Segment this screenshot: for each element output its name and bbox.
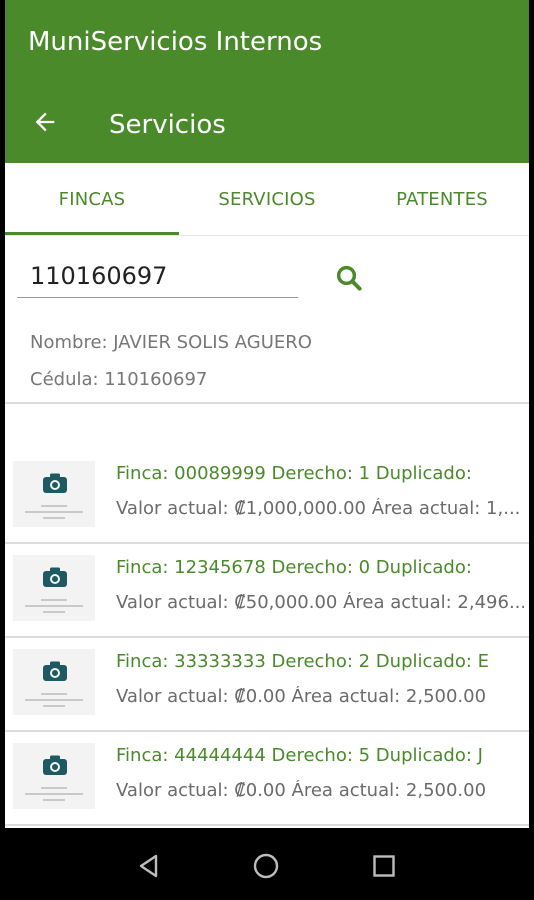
camera-icon [43,567,67,587]
tab-servicios[interactable]: SERVICIOS [179,163,355,235]
tab-patentes[interactable]: PATENTES [355,163,529,235]
home-circle-icon [253,853,279,879]
recents-square-icon [373,855,395,877]
finca-thumbnail [13,555,95,621]
back-button[interactable] [27,104,63,140]
nav-recents-button[interactable] [366,848,402,884]
search-button[interactable] [328,258,370,298]
search-icon [336,265,362,291]
finca-details: Valor actual: ₡1,000,000.00 Área actual:… [116,498,521,519]
finca-list-item[interactable]: Finca: 44444444 Derecho: 5 Duplicado: J … [5,732,529,826]
owner-id: Cédula: 110160697 [30,369,208,390]
app-title: MuniServicios Internos [28,27,323,57]
tab-selected-indicator [5,232,179,235]
camera-icon [43,661,67,681]
app-bar: MuniServicios Internos Servicios [5,0,529,163]
camera-icon [43,755,67,775]
finca-thumbnail [13,743,95,809]
finca-title: Finca: 33333333 Derecho: 2 Duplicado: E [116,651,490,672]
finca-thumbnail [13,461,95,527]
page-title: Servicios [109,110,226,140]
finca-list-item[interactable]: Finca: 33333333 Derecho: 2 Duplicado: E … [5,638,529,732]
finca-details: Valor actual: ₡0.00 Área actual: 2,500.0… [116,780,487,801]
search-input[interactable]: 110160697 [17,256,298,298]
finca-title: Finca: 12345678 Derecho: 0 Duplicado: [116,557,472,578]
owner-name: Nombre: JAVIER SOLIS AGUERO [30,332,312,353]
finca-list-item[interactable]: Finca: 00089999 Derecho: 1 Duplicado: Va… [5,450,529,544]
camera-icon [43,473,67,493]
finca-details: Valor actual: ₡0.00 Área actual: 2,500.0… [116,686,487,707]
finca-details: Valor actual: ₡50,000.00 Área actual: 2,… [116,592,524,613]
finca-title: Finca: 00089999 Derecho: 1 Duplicado: [116,463,472,484]
back-triangle-icon [139,854,158,878]
nav-home-button[interactable] [248,848,284,884]
tab-fincas[interactable]: FINCAS [5,163,179,235]
tab-bar: FINCAS SERVICIOS PATENTES [5,163,529,236]
finca-title: Finca: 44444444 Derecho: 5 Duplicado: J [116,745,483,766]
arrow-back-icon [35,112,55,132]
app-screen: MuniServicios Internos Servicios FINCAS … [5,0,529,828]
system-navigation-bar [0,828,534,900]
finca-thumbnail [13,649,95,715]
nav-back-button[interactable] [131,848,167,884]
section-divider [5,402,529,404]
finca-list-item[interactable]: Finca: 12345678 Derecho: 0 Duplicado: Va… [5,544,529,638]
